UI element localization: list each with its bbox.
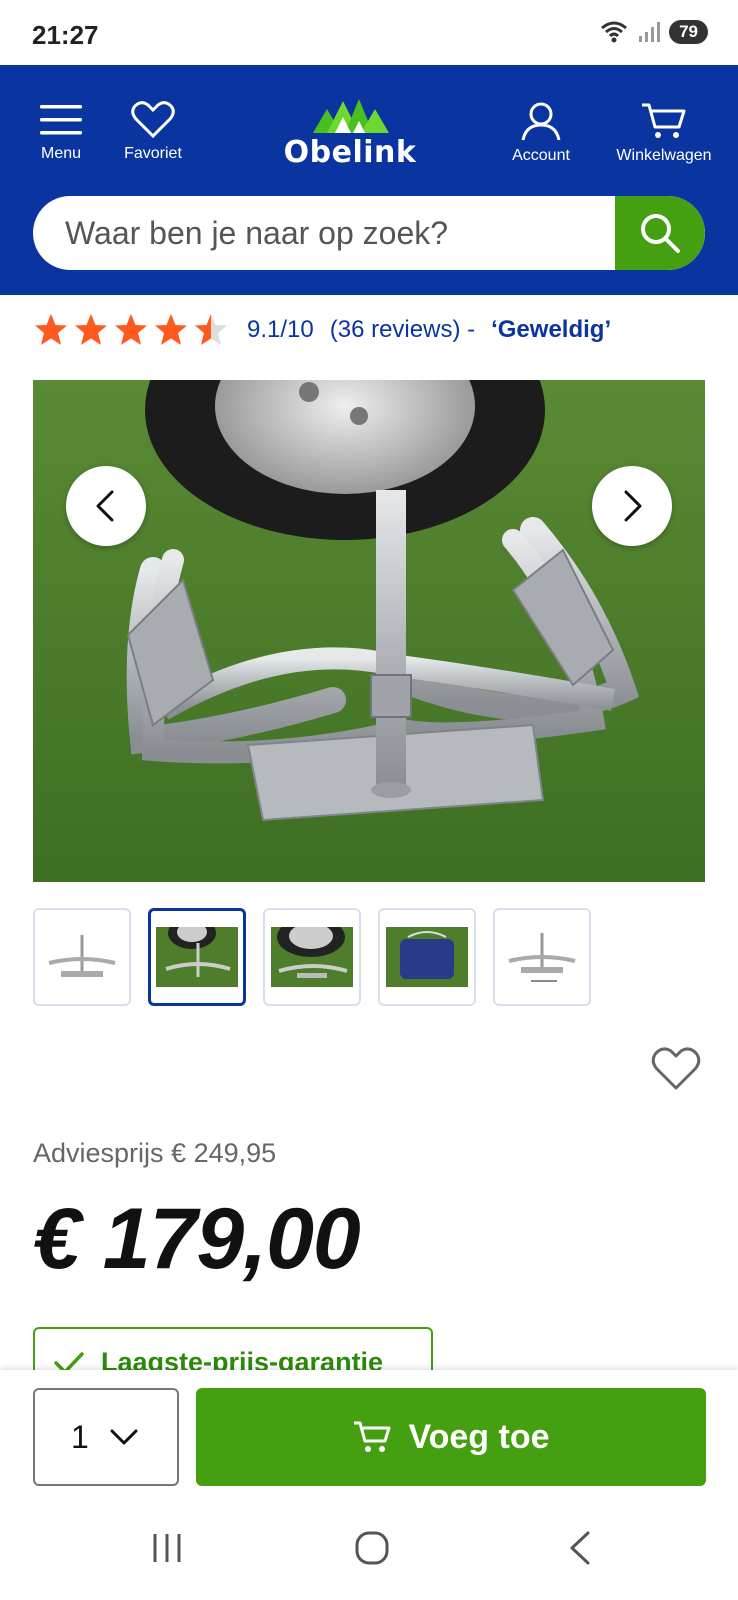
account-button[interactable]: Account — [486, 101, 596, 165]
rating-reviews-count: (36 reviews) - — [329, 316, 476, 343]
half-star-icon — [195, 314, 227, 345]
add-to-wishlist-button[interactable] — [650, 1046, 702, 1097]
star-icon — [75, 314, 107, 345]
quantity-value: 1 — [71, 1418, 89, 1455]
add-to-cart-button[interactable]: Voeg toe — [196, 1388, 706, 1486]
thumbnail-5[interactable] — [493, 908, 591, 1006]
recent-apps-icon[interactable] — [150, 1530, 184, 1566]
advice-price: Adviesprijs € 249,95 — [33, 1138, 277, 1168]
hamburger-icon — [40, 105, 82, 135]
product-photo — [33, 380, 705, 882]
sticky-buy-bar: 1 Voeg toe — [0, 1370, 738, 1502]
rating-label: ‘Geweldig’ — [491, 316, 612, 343]
logo-text: Obelink — [283, 135, 417, 170]
cart-label: Winkelwagen — [616, 147, 712, 164]
battery-indicator: 79 — [669, 20, 708, 44]
thumbnail-1[interactable] — [33, 908, 131, 1006]
system-navigation-bar — [0, 1502, 738, 1600]
thumbnail-image — [271, 927, 353, 987]
previous-image-button[interactable] — [66, 466, 146, 546]
heart-icon — [131, 101, 175, 139]
wifi-icon — [601, 21, 628, 43]
thumbnail-image — [501, 927, 583, 987]
user-icon — [521, 102, 561, 141]
next-image-button[interactable] — [592, 466, 672, 546]
heart-outline-icon — [651, 1047, 701, 1090]
thumbnail-strip — [33, 908, 591, 1006]
chevron-down-icon — [110, 1429, 138, 1445]
thumbnail-image — [41, 927, 123, 987]
cart-button[interactable]: Winkelwagen — [598, 101, 730, 165]
favorites-button[interactable]: Favoriet — [98, 101, 208, 163]
star-icon — [115, 314, 147, 345]
back-icon[interactable] — [566, 1530, 594, 1566]
status-bar: 21:27 79 — [0, 0, 738, 65]
product-price: € 179,00 — [33, 1191, 361, 1287]
search-button[interactable] — [615, 196, 705, 270]
thumbnail-image — [156, 927, 238, 987]
star-icon — [35, 314, 67, 345]
status-icons: 79 — [599, 20, 708, 44]
thumbnail-2[interactable] — [148, 908, 246, 1006]
home-icon[interactable] — [354, 1530, 390, 1566]
cart-icon — [642, 103, 686, 138]
site-header: Menu Favoriet Obelink Account Winkelwage… — [0, 65, 738, 295]
product-page: 21:27 79 Menu Favoriet Obelink Account W… — [0, 0, 738, 1600]
thumbnail-3[interactable] — [263, 908, 361, 1006]
favorites-label: Favoriet — [124, 145, 182, 162]
search-input[interactable] — [65, 196, 605, 270]
search-bar — [33, 196, 705, 270]
star-rating — [33, 313, 229, 347]
cart-icon — [354, 1421, 391, 1452]
add-to-cart-label: Voeg toe — [408, 1417, 550, 1456]
menu-label: Menu — [40, 145, 82, 162]
search-icon — [641, 214, 680, 253]
tent-logo-icon — [313, 99, 389, 133]
product-image-carousel[interactable] — [33, 380, 705, 882]
chevron-right-icon — [624, 490, 642, 522]
thumbnail-image — [386, 927, 468, 987]
account-label: Account — [512, 147, 570, 164]
obelink-logo[interactable]: Obelink — [280, 95, 420, 171]
product-rating[interactable]: 9.1/10 (36 reviews) - ‘Geweldig’ — [33, 310, 611, 350]
chevron-left-icon — [96, 490, 114, 522]
thumbnail-4[interactable] — [378, 908, 476, 1006]
signal-icon — [639, 22, 661, 42]
star-icon — [155, 314, 187, 345]
rating-score: 9.1/10 — [247, 316, 314, 343]
quantity-select[interactable]: 1 — [33, 1388, 179, 1486]
status-time: 21:27 — [32, 20, 99, 50]
